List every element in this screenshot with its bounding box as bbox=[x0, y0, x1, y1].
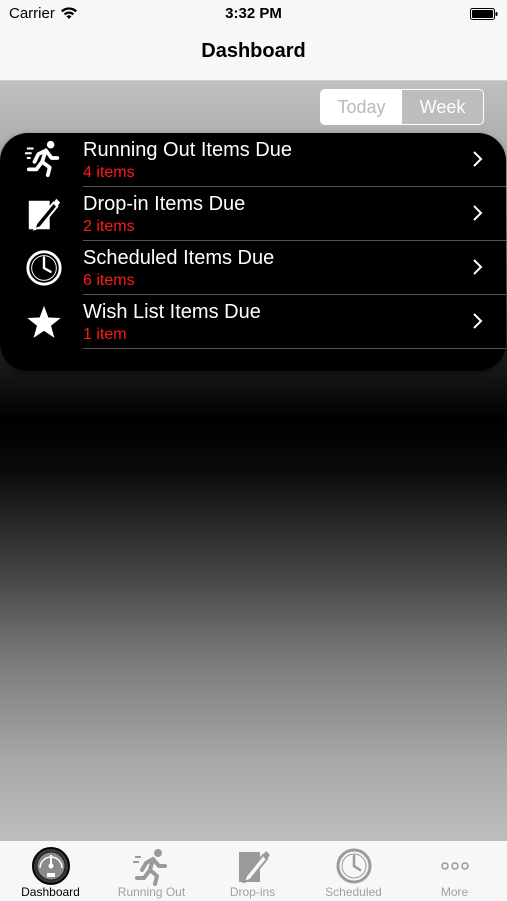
tab-scheduled[interactable]: Scheduled bbox=[303, 841, 404, 901]
battery-icon bbox=[470, 8, 498, 20]
dashboard-gauge-icon bbox=[31, 847, 70, 885]
tab-running-out[interactable]: Running Out bbox=[101, 841, 202, 901]
tab-label: Drop-ins bbox=[229, 885, 276, 899]
tab-label: Scheduled bbox=[325, 885, 382, 899]
tab-label: Running Out bbox=[117, 885, 186, 899]
row-running-out[interactable]: Running Out Items Due 4 items bbox=[0, 133, 506, 187]
row-title: Running Out Items Due bbox=[83, 139, 292, 161]
top-bar: Carrier 3:32 PM Dashboard bbox=[0, 0, 507, 81]
row-title: Scheduled Items Due bbox=[83, 247, 275, 269]
chevron-right-icon bbox=[473, 313, 483, 329]
status-bar: Carrier 3:32 PM bbox=[0, 0, 507, 28]
period-segmented-control[interactable]: Today Week bbox=[320, 89, 484, 125]
due-items-card: Running Out Items Due 4 items Drop-in It… bbox=[0, 133, 506, 371]
clock-icon bbox=[336, 848, 371, 884]
row-count: 2 items bbox=[83, 218, 135, 235]
row-wish-list[interactable]: Wish List Items Due 1 item bbox=[0, 295, 506, 349]
more-dots-icon bbox=[440, 862, 469, 870]
star-icon bbox=[27, 305, 61, 338]
row-divider bbox=[83, 348, 506, 349]
running-man-icon bbox=[25, 140, 60, 177]
tab-label: Dashboard bbox=[21, 885, 80, 899]
tab-dashboard[interactable]: Dashboard bbox=[0, 841, 101, 901]
clock-icon bbox=[26, 250, 62, 286]
running-man-icon bbox=[132, 849, 167, 886]
page-title: Dashboard bbox=[201, 40, 306, 62]
row-drop-in[interactable]: Drop-in Items Due 2 items bbox=[0, 187, 506, 241]
chevron-right-icon bbox=[473, 151, 483, 167]
row-count: 1 item bbox=[83, 326, 127, 343]
tab-bar: Dashboard Running Out Drop-ins Scheduled bbox=[0, 840, 507, 901]
row-count: 6 items bbox=[83, 272, 135, 289]
status-time: 3:32 PM bbox=[225, 5, 282, 22]
note-pencil-icon bbox=[28, 198, 61, 231]
row-title: Drop-in Items Due bbox=[83, 193, 246, 215]
chevron-right-icon bbox=[473, 259, 483, 275]
tab-drop-ins[interactable]: Drop-ins bbox=[202, 841, 303, 901]
tab-more[interactable]: More bbox=[404, 841, 505, 901]
note-pencil-icon bbox=[238, 851, 270, 884]
row-title: Wish List Items Due bbox=[83, 301, 261, 323]
segment-today[interactable]: Today bbox=[321, 90, 402, 124]
row-scheduled[interactable]: Scheduled Items Due 6 items bbox=[0, 241, 506, 295]
tab-label: More bbox=[440, 885, 469, 899]
chevron-right-icon bbox=[473, 205, 483, 221]
row-count: 4 items bbox=[83, 164, 135, 181]
segment-week[interactable]: Week bbox=[402, 90, 483, 124]
